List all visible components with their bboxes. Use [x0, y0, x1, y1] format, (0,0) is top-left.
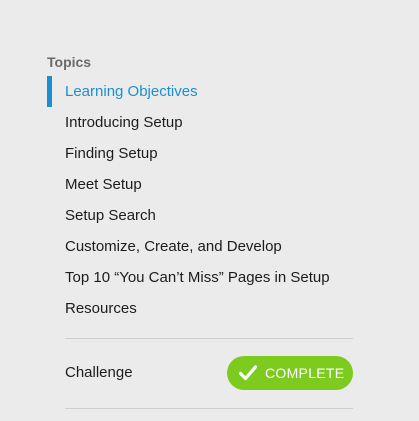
topic-item-finding-setup[interactable]: Finding Setup	[47, 138, 353, 169]
topic-list: Learning Objectives Introducing Setup Fi…	[47, 76, 353, 324]
challenge-label[interactable]: Challenge	[65, 356, 133, 390]
topic-item-customize-create-develop[interactable]: Customize, Create, and Develop	[47, 231, 353, 262]
complete-status-label: COMPLETE	[265, 365, 345, 381]
topic-item-introducing-setup[interactable]: Introducing Setup	[47, 107, 353, 138]
checkmark-icon	[238, 365, 258, 381]
topic-item-meet-setup[interactable]: Meet Setup	[47, 169, 353, 200]
topics-heading: Topics	[47, 54, 92, 70]
topics-panel: Topics Learning Objectives Introducing S…	[47, 52, 353, 409]
topic-item-setup-search[interactable]: Setup Search	[47, 200, 353, 231]
challenge-row: Challenge COMPLETE	[65, 356, 353, 390]
topic-item-top-10-pages[interactable]: Top 10 “You Can’t Miss” Pages in Setup	[47, 262, 353, 293]
topic-item-learning-objectives[interactable]: Learning Objectives	[47, 76, 353, 107]
topic-item-resources[interactable]: Resources	[47, 293, 353, 324]
complete-badge[interactable]: COMPLETE	[227, 356, 353, 390]
divider	[65, 338, 353, 339]
divider	[65, 408, 353, 409]
